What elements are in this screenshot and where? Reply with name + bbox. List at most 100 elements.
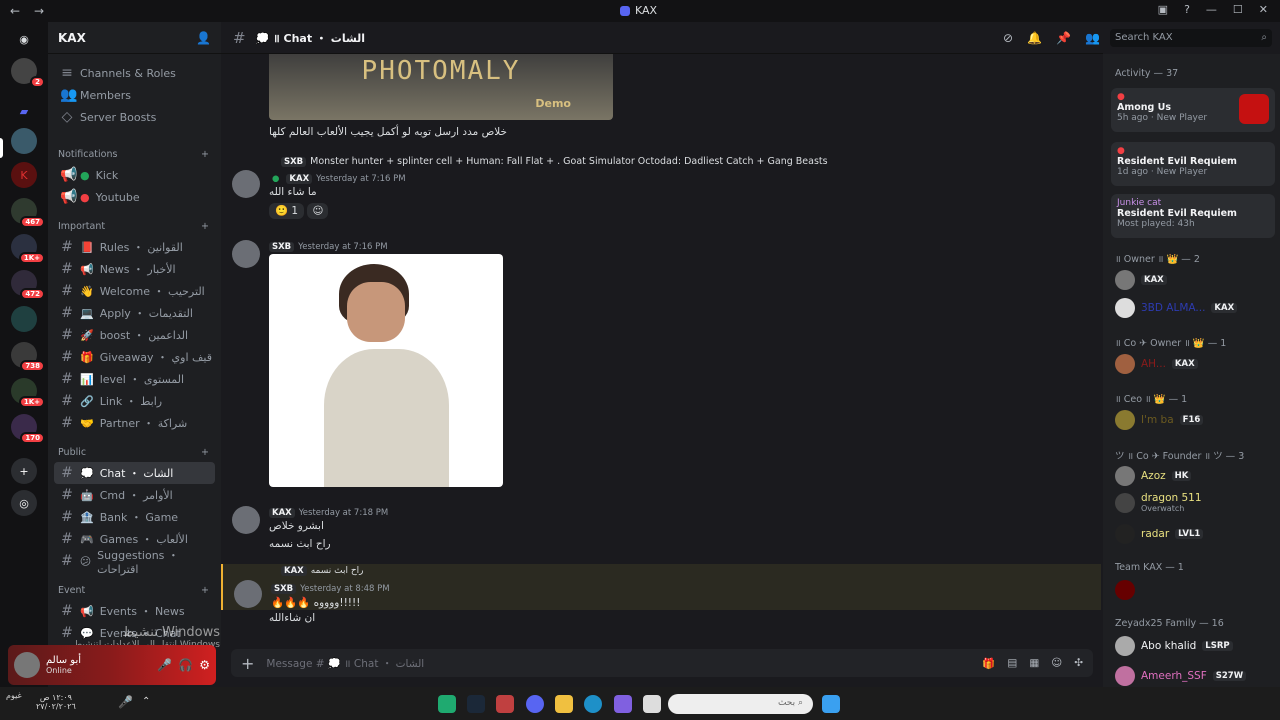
bell-icon[interactable]: 🔔: [1027, 31, 1042, 45]
channel-item[interactable]: # 🤖 Cmd ・ الأوامر: [48, 484, 221, 506]
app-icon[interactable]: [496, 695, 514, 713]
minimize-button[interactable]: —: [1206, 3, 1217, 16]
app-icon[interactable]: [643, 695, 661, 713]
inbox-icon[interactable]: ▣: [1158, 3, 1168, 16]
channel-item[interactable]: # 💻 Apply ・ التقديمات: [48, 302, 221, 324]
channel-item[interactable]: # 📢 Events ・ News: [48, 600, 221, 622]
avatar[interactable]: [232, 240, 260, 268]
tray-chevron-icon[interactable]: ⌃: [142, 696, 150, 707]
gift-icon[interactable]: 🎁: [982, 657, 995, 670]
microphone-icon[interactable]: 🎤: [118, 695, 133, 709]
sidebar-item-members[interactable]: 👥 Members: [48, 84, 221, 106]
channel-item[interactable]: # 😕 Suggestions ・ اقتراحات: [48, 549, 221, 576]
reply-preview[interactable]: KAX راح ابث نسمه: [281, 566, 364, 576]
member-item[interactable]: radar LVL1: [1115, 524, 1207, 544]
search-input[interactable]: Search KAX ⌕: [1110, 29, 1272, 47]
member-item[interactable]: AH... KAX: [1115, 354, 1202, 374]
gif-icon[interactable]: ▤: [1007, 657, 1017, 670]
start-button[interactable]: [822, 695, 840, 713]
channel-item[interactable]: # 🤝 Partner ・ شراكة: [48, 412, 221, 434]
server-folder[interactable]: 738: [11, 342, 45, 372]
server-folder[interactable]: 1K+: [11, 378, 45, 408]
sidebar-item-channels-roles[interactable]: ≡ Channels & Roles: [48, 62, 221, 84]
help-icon[interactable]: ?: [1184, 3, 1190, 16]
file-explorer-icon[interactable]: [555, 695, 573, 713]
emoji-icon[interactable]: ☺: [1051, 657, 1062, 670]
taskbar-search[interactable]: بحث ⌕: [668, 694, 813, 714]
category-event[interactable]: Event +: [48, 580, 221, 600]
member-item[interactable]: [1115, 580, 1141, 600]
avatar[interactable]: [234, 580, 262, 608]
settings-icon[interactable]: ⚙: [199, 658, 210, 672]
server-icon[interactable]: [0, 128, 37, 158]
message-image[interactable]: [269, 254, 503, 487]
app-icon[interactable]: [438, 695, 456, 713]
channel-item[interactable]: # 🔗 Link ・ رابط: [48, 390, 221, 412]
server-folder[interactable]: [11, 306, 37, 332]
server-folder[interactable]: 467: [11, 198, 45, 228]
member-item[interactable]: Ameerh_SSF S27W: [1115, 666, 1250, 686]
category-public[interactable]: Public +: [48, 442, 221, 462]
maximize-button[interactable]: ☐: [1233, 3, 1243, 16]
channel-item[interactable]: # 👋 Welcome ・ الترحيب: [48, 280, 221, 302]
member-item[interactable]: KAX: [1115, 270, 1171, 290]
back-button[interactable]: ←: [10, 4, 24, 18]
channel-item[interactable]: # 🚀 boost ・ الداعمين: [48, 324, 221, 346]
message-input[interactable]: + Message # 💭 ॥ Chat ・ الشات 🎁 ▤ ▦ ☺ ✣: [231, 649, 1093, 677]
channel-item[interactable]: # 📊 level ・ المستوى: [48, 368, 221, 390]
server-header[interactable]: KAX 👤: [48, 22, 221, 54]
activity-card[interactable]: Junkie cat Resident Evil Requiem Most play…: [1111, 194, 1275, 238]
channel-item[interactable]: # 💭 Chat ・ الشات: [54, 462, 215, 484]
window-title: KAX: [620, 4, 657, 17]
channel-item[interactable]: # 🏦 Bank ・ Game: [48, 506, 221, 528]
server-icon[interactable]: 2: [11, 58, 45, 88]
channel-youtube[interactable]: 📢 ● Youtube: [48, 186, 221, 208]
channel-item[interactable]: # 🎁 Giveaway ・ قيف اوي: [48, 346, 221, 368]
close-button[interactable]: ✕: [1259, 3, 1268, 16]
microphone-icon[interactable]: 🎤: [157, 658, 172, 672]
edge-icon[interactable]: [584, 695, 602, 713]
channel-item[interactable]: # 📕 Rules ・ القوانين: [48, 236, 221, 258]
weather-widget[interactable]: غيوم: [6, 691, 22, 700]
member-item[interactable]: 3BD ALMA... KAX: [1115, 298, 1241, 318]
avatar[interactable]: [232, 506, 260, 534]
avatar[interactable]: [14, 652, 40, 678]
discover-icon[interactable]: ◎: [11, 490, 37, 516]
member-item[interactable]: Abo khalid LSRP: [1115, 636, 1237, 656]
sticker-icon[interactable]: ▦: [1029, 657, 1039, 670]
member-item[interactable]: Azoz HK: [1115, 466, 1195, 486]
apps-icon[interactable]: ✣: [1074, 657, 1083, 670]
steam-icon[interactable]: [467, 695, 485, 713]
activity-card[interactable]: ● Among Us 5h ago · New Player: [1111, 88, 1275, 132]
discord-icon[interactable]: [526, 695, 544, 713]
threads-icon[interactable]: ⊘: [1003, 31, 1013, 45]
headphones-icon[interactable]: 🎧: [178, 658, 193, 672]
add-attachment-icon[interactable]: +: [241, 654, 254, 673]
add-reaction-icon[interactable]: ☺: [307, 203, 329, 219]
home-button[interactable]: ◉: [11, 26, 37, 52]
reaction[interactable]: 🙂 1: [269, 203, 305, 219]
server-folder[interactable]: 472: [11, 270, 45, 300]
server-folder[interactable]: 1K+: [11, 234, 45, 264]
add-server-icon[interactable]: +: [11, 458, 37, 484]
copilot-icon[interactable]: [614, 695, 632, 713]
message-image[interactable]: PHOTOMALY Demo: [269, 54, 613, 120]
member-item[interactable]: I'm ba F16: [1115, 410, 1207, 430]
member-item[interactable]: dragon 511 Overwatch: [1115, 492, 1202, 513]
pin-icon[interactable]: 📌: [1056, 31, 1071, 45]
reply-preview[interactable]: SXB Monster hunter + splinter cell + Huma…: [281, 156, 828, 167]
server-folder[interactable]: 170: [11, 414, 45, 444]
avatar[interactable]: [232, 170, 260, 198]
members-icon[interactable]: 👥: [1085, 31, 1100, 45]
category-important[interactable]: Important +: [48, 216, 221, 236]
folder-icon[interactable]: ▰: [11, 98, 37, 124]
sidebar-item-boosts[interactable]: ◇ Server Boosts: [48, 106, 221, 128]
channel-item[interactable]: # 📢 News ・ الأخبار: [48, 258, 221, 280]
category-notifications[interactable]: Notifications +: [48, 144, 221, 164]
channel-kick[interactable]: 📢 ● Kick: [48, 164, 221, 186]
activity-card[interactable]: ● Resident Evil Requiem 1d ago · New Playe…: [1111, 142, 1275, 186]
clock[interactable]: ١٢:٠٩ ص ٢٧/٠٢/٢٠٢٦: [36, 693, 76, 711]
forward-button[interactable]: →: [34, 4, 48, 18]
server-icon[interactable]: K: [11, 162, 37, 188]
add-member-icon[interactable]: 👤: [196, 31, 211, 45]
